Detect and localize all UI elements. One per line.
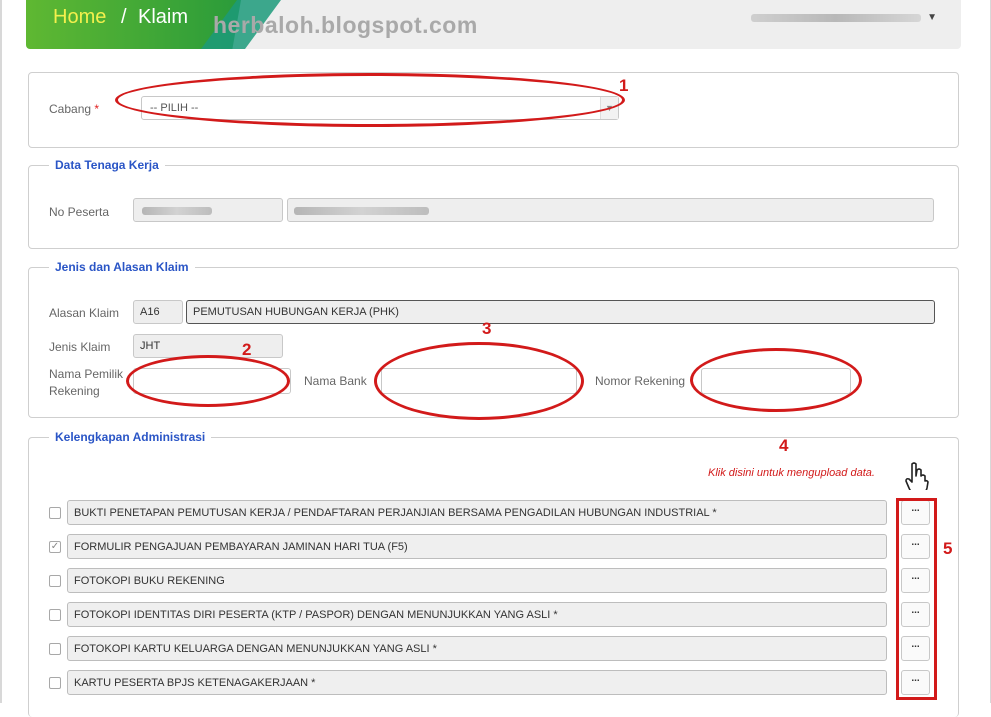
breadcrumb-current-page: Klaim (138, 6, 189, 28)
document-label-field: KARTU PESERTA BPJS KETENAGAKERJAAN * (67, 670, 887, 695)
annotation-ellipse-2 (126, 355, 290, 407)
annotation-number-2: 2 (242, 340, 252, 359)
no-peserta-label: No Peserta (49, 205, 110, 219)
nomor-rekening-label: Nomor Rekening (595, 374, 686, 388)
jenis-alasan-legend: Jenis dan Alasan Klaim (49, 260, 195, 274)
document-label-field: BUKTI PENETAPAN PEMUTUSAN KERJA / PENDAF… (67, 500, 887, 525)
redacted-text (142, 207, 212, 215)
document-checkbox[interactable] (49, 609, 61, 621)
alasan-klaim-label: Alasan Klaim (49, 306, 120, 320)
breadcrumb-separator: / (121, 6, 127, 28)
nama-pemilik-label: Nama Pemilik Rekening (49, 367, 124, 398)
breadcrumb-home-link[interactable]: Home (53, 6, 106, 29)
annotation-number-5: 5 (943, 539, 953, 558)
cabang-label: Cabang * (49, 102, 100, 116)
no-peserta-field (133, 198, 283, 222)
chevron-down-icon[interactable]: ▼ (927, 12, 937, 23)
document-checkbox[interactable] (49, 643, 61, 655)
alasan-code-field: A16 (133, 300, 183, 324)
annotation-number-3: 3 (482, 319, 492, 338)
nama-bank-label: Nama Bank (304, 374, 367, 388)
user-menu-blurred[interactable] (751, 14, 921, 22)
page-header: Home / Klaim herbaloh.blogspot.com ▼ (26, 0, 961, 49)
alasan-text-field: PEMUTUSAN HUBUNGAN KERJA (PHK) (186, 300, 935, 324)
annotation-number-4: 4 (779, 436, 789, 455)
watermark-text: herbaloh.blogspot.com (213, 12, 478, 38)
nama-peserta-field (287, 198, 934, 222)
upload-hint-text: Klik disini untuk mengupload data. (708, 467, 875, 479)
document-checkbox[interactable]: ✓ (49, 541, 61, 553)
jenis-klaim-label: Jenis Klaim (49, 340, 111, 354)
annotation-ellipse-4 (690, 348, 862, 412)
pointing-hand-icon (905, 462, 929, 490)
document-label-field: FOTOKOPI BUKU REKENING (67, 568, 887, 593)
window-frame-left (0, 0, 2, 703)
annotation-ellipse-3 (374, 342, 584, 420)
redacted-text (294, 207, 429, 215)
data-tenaga-kerja-panel: Data Tenaga Kerja No Peserta (28, 158, 959, 249)
data-tenaga-kerja-legend: Data Tenaga Kerja (49, 158, 165, 172)
document-label-field: FORMULIR PENGAJUAN PEMBAYARAN JAMINAN HA… (67, 534, 887, 559)
document-checkbox[interactable] (49, 507, 61, 519)
document-checkbox[interactable] (49, 677, 61, 689)
document-checkbox[interactable] (49, 575, 61, 587)
kelengkapan-legend: Kelengkapan Administrasi (49, 430, 212, 444)
annotation-box-upload-buttons (896, 498, 937, 700)
annotation-ellipse-1 (115, 73, 625, 127)
document-label-field: FOTOKOPI IDENTITAS DIRI PESERTA (KTP / P… (67, 602, 887, 627)
document-label-field: FOTOKOPI KARTU KELUARGA DENGAN MENUNJUKK… (67, 636, 887, 661)
annotation-number-1: 1 (619, 76, 629, 95)
